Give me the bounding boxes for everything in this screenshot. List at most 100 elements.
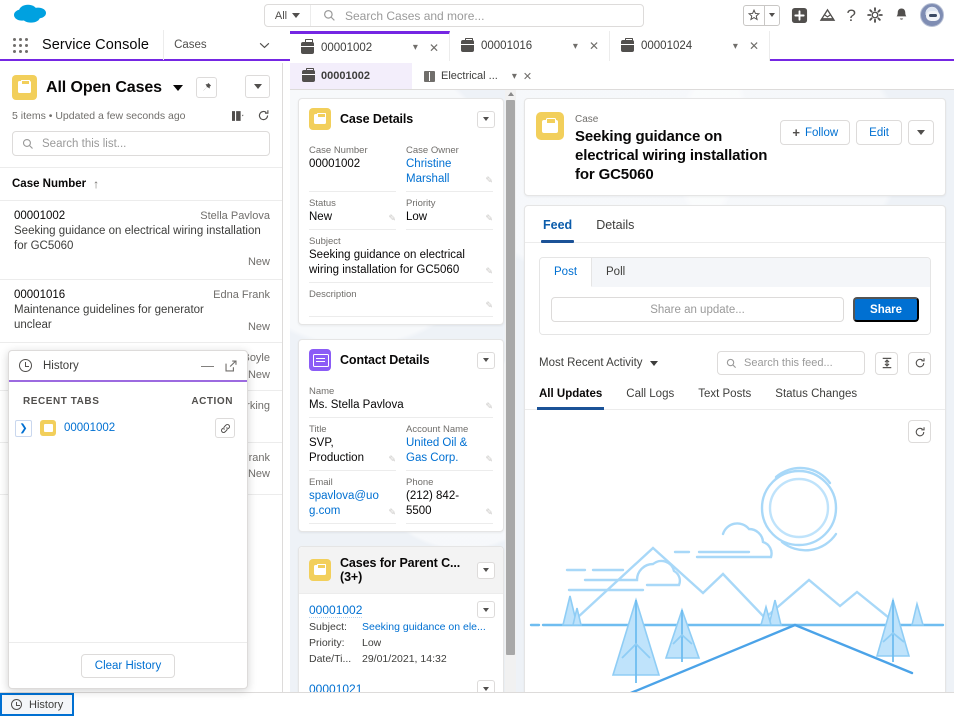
edit-button[interactable]: Edit: [856, 120, 902, 145]
feed-sort-selector[interactable]: Most Recent Activity: [539, 357, 658, 369]
refresh-icon[interactable]: [257, 109, 270, 122]
field-value[interactable]: spavlova@uog.com: [309, 489, 396, 519]
close-icon[interactable]: ✕: [749, 39, 759, 53]
list-item[interactable]: 00001002 Stella Pavlova Seeking guidance…: [0, 201, 282, 280]
tab-feed[interactable]: Feed: [540, 218, 575, 243]
parent-case-number[interactable]: 00001021: [309, 682, 362, 692]
row-menu-button[interactable]: [477, 601, 495, 618]
utility-item-history[interactable]: History: [0, 693, 75, 716]
share-button[interactable]: Share: [853, 297, 919, 322]
avatar[interactable]: [920, 3, 944, 27]
publisher-tab-poll[interactable]: Poll: [592, 258, 639, 287]
trailhead-icon[interactable]: [819, 8, 836, 23]
case-number[interactable]: 00001002: [14, 210, 65, 222]
pencil-icon[interactable]: ✎: [388, 213, 396, 224]
pencil-icon[interactable]: ✎: [485, 300, 493, 311]
chevron-down-icon[interactable]: ▾: [512, 71, 517, 82]
global-search-input[interactable]: Search Cases and more...: [345, 9, 484, 23]
field-priority[interactable]: Priority Low ✎: [406, 192, 493, 230]
nav-item-cases[interactable]: Cases: [164, 30, 280, 60]
sidebar-scrollbar[interactable]: [505, 90, 516, 692]
parent-case-number[interactable]: 00001002: [309, 603, 363, 618]
collapse-icon[interactable]: [875, 351, 898, 375]
panel-menu-button[interactable]: [477, 351, 495, 369]
share-update-input[interactable]: Share an update...: [551, 297, 845, 322]
close-icon[interactable]: ✕: [589, 39, 599, 53]
field-contact-name[interactable]: Name Ms. Stella Pavlova ✎: [309, 380, 493, 418]
chevron-down-icon[interactable]: [172, 84, 183, 91]
clear-history-button[interactable]: Clear History: [80, 653, 176, 678]
panel-menu-button[interactable]: [477, 561, 495, 579]
list-view-controls-icon[interactable]: [232, 110, 244, 121]
bell-icon[interactable]: [894, 7, 909, 23]
record-actions-menu-button[interactable]: [908, 120, 934, 145]
field-subject[interactable]: Subject Seeking guidance on electrical w…: [309, 230, 493, 283]
sub-tab-1[interactable]: Electrical ... ▾ ✕: [412, 63, 544, 89]
pencil-icon[interactable]: ✎: [485, 401, 493, 412]
sub-tab-0[interactable]: 00001002: [290, 63, 412, 89]
global-search-bar[interactable]: All Search Cases and more...: [264, 4, 644, 27]
workspace-tab-2[interactable]: 00001024 ▾ ✕: [610, 31, 770, 61]
list-view-menu-button[interactable]: [245, 75, 270, 98]
list-column-header[interactable]: Case Number ↑: [0, 167, 282, 201]
chevron-down-icon[interactable]: ▾: [573, 41, 578, 52]
pencil-icon[interactable]: ✎: [485, 266, 493, 277]
feed-filter-all-updates[interactable]: All Updates: [536, 388, 605, 410]
field-case-owner[interactable]: Case Owner Christine Marshall ✎: [406, 139, 493, 192]
popout-icon[interactable]: [225, 359, 237, 372]
tab-details[interactable]: Details: [596, 218, 634, 242]
field-value[interactable]: Christine Marshall: [406, 157, 493, 187]
gear-icon[interactable]: [867, 7, 883, 23]
chevron-right-icon[interactable]: ❯: [15, 419, 32, 437]
question-mark-icon[interactable]: ?: [847, 7, 856, 24]
field-value[interactable]: United Oil & Gas Corp.: [406, 436, 493, 466]
workspace-tab-0[interactable]: 00001002 ▾ ✕: [290, 31, 450, 61]
case-number[interactable]: 00001016: [14, 289, 65, 301]
chevron-down-icon[interactable]: [765, 6, 779, 25]
history-list-item[interactable]: ❯ 00001002: [9, 416, 247, 440]
list-item[interactable]: 00001016 Edna Frank Maintenance guidelin…: [0, 280, 282, 343]
workspace-tab-1[interactable]: 00001016 ▾ ✕: [450, 31, 610, 61]
pencil-icon[interactable]: ✎: [485, 213, 493, 224]
search-scope-selector[interactable]: All: [265, 5, 311, 26]
publisher-tab-post[interactable]: Post: [540, 258, 593, 287]
row-menu-button[interactable]: [477, 680, 495, 692]
panel-menu-button[interactable]: [477, 110, 495, 128]
pencil-icon[interactable]: ✎: [388, 454, 396, 465]
pencil-icon[interactable]: ✎: [485, 175, 493, 186]
global-actions-button[interactable]: [791, 7, 808, 24]
field-email[interactable]: Email spavlova@uog.com ✎: [309, 471, 396, 524]
chevron-down-icon[interactable]: ▾: [733, 41, 738, 52]
follow-button[interactable]: + Follow: [780, 120, 851, 145]
app-launcher-icon[interactable]: [13, 37, 28, 53]
scroll-up-icon[interactable]: [508, 92, 514, 96]
field-description[interactable]: Description ✎: [309, 283, 493, 317]
history-popover: History — RECENT TABS ACTION ❯ 00001002 …: [8, 350, 248, 689]
list-search-input[interactable]: Search this list...: [12, 131, 270, 156]
link-icon[interactable]: [215, 418, 235, 438]
scrollbar-thumb[interactable]: [506, 100, 515, 655]
chevron-down-icon[interactable]: [259, 42, 270, 49]
parent-case-subject[interactable]: Seeking guidance on ele...: [362, 620, 486, 635]
pencil-icon[interactable]: ✎: [485, 507, 493, 518]
favorites-button[interactable]: [742, 4, 780, 26]
feed-filter-text-posts[interactable]: Text Posts: [698, 388, 751, 409]
pencil-icon[interactable]: ✎: [485, 454, 493, 465]
close-icon[interactable]: ✕: [523, 70, 532, 83]
pencil-icon[interactable]: ✎: [388, 507, 396, 518]
feed-filter-status-changes[interactable]: Status Changes: [775, 388, 857, 409]
feed-search-input[interactable]: Search this feed...: [717, 351, 865, 375]
history-item-label[interactable]: 00001002: [64, 422, 207, 434]
salesforce-cloud-logo[interactable]: [10, 2, 56, 28]
field-phone[interactable]: Phone (212) 842-5500 ✎: [406, 471, 493, 524]
field-title[interactable]: Title SVP, Production ✎: [309, 418, 396, 471]
pin-icon[interactable]: [195, 77, 217, 98]
feed-filter-call-logs[interactable]: Call Logs: [626, 388, 674, 409]
minimize-icon[interactable]: —: [201, 358, 214, 373]
close-icon[interactable]: ✕: [429, 41, 439, 55]
field-account-name[interactable]: Account Name United Oil & Gas Corp. ✎: [406, 418, 493, 471]
chevron-down-icon[interactable]: ▾: [413, 42, 418, 53]
field-status[interactable]: Status New ✎: [309, 192, 396, 230]
refresh-icon[interactable]: [908, 351, 931, 375]
sub-tabs: 00001002 Electrical ... ▾ ✕: [290, 63, 954, 90]
